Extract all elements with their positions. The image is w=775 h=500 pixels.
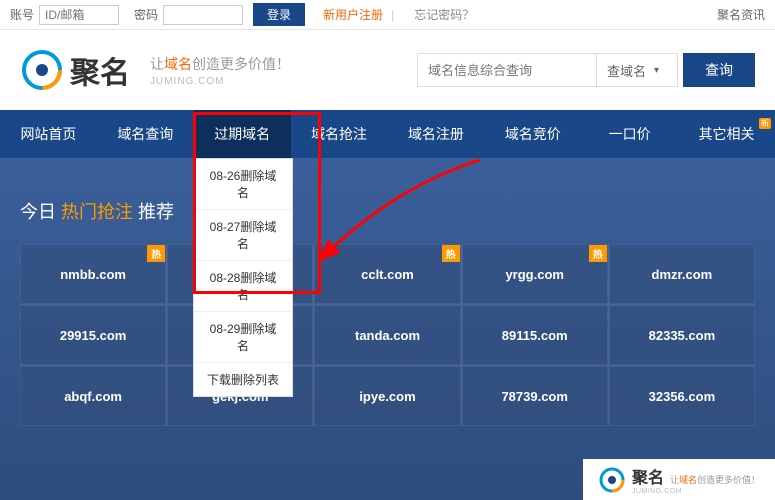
domain-cell[interactable]: yrgg.com热 [462,244,608,304]
domain-cell[interactable]: ipye.com [314,366,460,426]
dropdown-item[interactable]: 08-26删除域名 [194,159,292,210]
hot-tag: 热 [589,245,607,262]
search-area: 查域名 查询 [417,53,755,87]
footer-watermark: 聚名 让域名创造更多价值！ JUMING.COM [583,459,775,500]
slogan-highlight: 域名 [164,56,192,72]
domain-cell[interactable]: nmbb.com热 [20,244,166,304]
domain-cell[interactable]: 82335.com [609,305,755,365]
search-button[interactable]: 查询 [683,53,755,87]
nav-auction[interactable]: 域名竞价 [484,110,581,158]
search-type-select[interactable]: 查域名 [597,53,678,87]
header: 聚名 让域名创造更多价值！ JUMING.COM 查域名 查询 [0,30,775,110]
domain-cell[interactable]: 89115.com [462,305,608,365]
dropdown-item[interactable]: 08-27删除域名 [194,210,292,261]
nav-query[interactable]: 域名查询 [97,110,194,158]
domain-cell[interactable]: abqf.com [20,366,166,426]
main-nav: 网站首页 域名查询 过期域名 域名抢注 域名注册 域名竞价 一口价 其它相关新 … [0,110,775,158]
dropdown-item[interactable]: 08-29删除域名 [194,312,292,363]
search-input[interactable] [417,53,597,87]
section-title: 今日 热门抢注 推荐 [20,198,755,224]
account-label: 账号 [10,6,34,23]
nav-register[interactable]: 域名注册 [388,110,485,158]
domain-cell[interactable]: 32356.com [609,366,755,426]
slogan-sub: JUMING.COM [150,76,290,87]
domain-cell[interactable]: 29915.com [20,305,166,365]
logo[interactable]: 聚名 [20,48,130,92]
domain-grid: nmbb.com热 cclt.com热yrgg.com热dmzr.com 29915… [20,244,755,426]
footer-sub: JUMING.COM [632,488,760,495]
news-link[interactable]: 聚名资讯 [717,6,765,23]
content-area: 今日 热门抢注 推荐 nmbb.com热 cclt.com热yrgg.com热dm… [0,158,775,500]
domain-cell[interactable]: tanda.com [314,305,460,365]
domain-cell[interactable]: dmzr.com [609,244,755,304]
nav-expired[interactable]: 过期域名 [194,110,291,158]
brand-name: 聚名 [70,48,130,92]
expired-dropdown: 08-26删除域名 08-27删除域名 08-28删除域名 08-29删除域名 … [193,158,293,397]
footer-brand: 聚名 [632,464,664,488]
login-button[interactable]: 登录 [253,3,305,26]
hot-tag: 热 [147,245,165,262]
register-link[interactable]: 新用户注册 [323,6,383,23]
hot-tag: 热 [442,245,460,262]
footer-slogan: 让域名创造更多价值！ [670,473,760,486]
account-input[interactable] [39,5,119,25]
logo-icon [20,48,64,92]
nav-home[interactable]: 网站首页 [0,110,97,158]
slogan: 让域名创造更多价值！ JUMING.COM [150,54,290,87]
slogan-suffix: 创造更多价值！ [192,56,290,72]
new-badge: 新 [759,118,771,129]
top-bar: 账号 密码 登录 新用户注册 | 忘记密码？ 聚名资讯 [0,0,775,30]
domain-cell[interactable]: cclt.com热 [314,244,460,304]
forgot-password-link[interactable]: 忘记密码？ [414,6,474,23]
nav-fixedprice[interactable]: 一口价 [581,110,678,158]
domain-cell[interactable]: 78739.com [462,366,608,426]
nav-grab[interactable]: 域名抢注 [291,110,388,158]
password-label: 密码 [134,6,158,23]
divider: | [391,8,394,22]
password-input[interactable] [163,5,243,25]
footer-logo-icon [598,466,626,494]
slogan-prefix: 让 [150,56,164,72]
nav-other[interactable]: 其它相关新 [678,110,775,158]
dropdown-item[interactable]: 下载删除列表 [194,363,292,396]
dropdown-item[interactable]: 08-28删除域名 [194,261,292,312]
